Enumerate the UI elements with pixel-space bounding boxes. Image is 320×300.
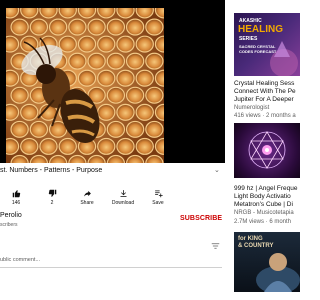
honeycomb-cell	[39, 8, 58, 19]
like-button[interactable]: 146	[3, 189, 29, 206]
video-frame-bee-honeycomb[interactable]	[6, 8, 164, 163]
honeycomb-cell	[58, 137, 77, 155]
dislike-button[interactable]: 2	[39, 189, 65, 206]
channel-name[interactable]: Perolio	[0, 212, 22, 219]
honeycomb-cell	[97, 103, 116, 121]
save-icon	[154, 190, 163, 198]
honeycomb-cell	[10, 18, 29, 36]
honeycomb-cell	[20, 137, 39, 155]
honeycomb-cell	[106, 120, 126, 138]
sidebar-thumbnail-metatron-cube[interactable]	[234, 123, 300, 178]
honeycomb-cell	[145, 18, 164, 36]
honeycomb-cell	[20, 8, 39, 19]
download-icon	[120, 190, 126, 197]
honeycomb-cell	[10, 86, 29, 104]
add-comment-input[interactable]: ublic comment...	[0, 257, 40, 263]
honeycomb-cell	[135, 103, 154, 121]
expand-description-chevron-icon[interactable]: ⌄	[214, 166, 220, 174]
honeycomb-cell	[106, 18, 126, 36]
thumbs-up-icon	[12, 190, 20, 198]
sidebar-video-title-line[interactable]: Jupiter For A Deeper	[234, 95, 294, 104]
thumbnail-text-codes-forecast: CODES FORECAST	[239, 49, 277, 54]
honeycomb-cell	[135, 137, 154, 155]
honeycomb-cell	[39, 137, 58, 155]
honeycomb-cell	[145, 120, 164, 138]
save-label: Save	[152, 200, 164, 206]
sidebar-channel-name: NRGB - Musicotetapia	[234, 210, 294, 216]
honeycomb-cell	[125, 86, 145, 104]
video-player[interactable]	[0, 0, 225, 163]
honeycomb-cell	[97, 69, 116, 87]
honeycomb-cell	[87, 52, 106, 70]
thumbs-down-icon	[48, 189, 56, 197]
honeycomb-cell	[97, 137, 116, 155]
honeycomb-cell	[116, 69, 135, 87]
honeycomb-cell	[116, 103, 135, 121]
honeycomb-cell	[6, 103, 20, 121]
share-button[interactable]: Share	[74, 189, 100, 206]
download-button[interactable]: Download	[110, 189, 136, 206]
thumbnail-text-series: SERIES	[239, 36, 258, 42]
honeycomb-cell	[77, 69, 97, 87]
sort-comments-icon[interactable]	[211, 237, 220, 255]
honeycomb-cell	[116, 8, 135, 19]
honeycomb-cell	[135, 69, 154, 87]
thumbnail-text-country: & COUNTRY	[238, 243, 274, 249]
honeycomb-cell	[77, 35, 97, 53]
like-count: 146	[11, 200, 21, 206]
comment-input-underline	[0, 267, 222, 268]
honeycomb-cell	[87, 18, 106, 36]
honeycomb-cell	[20, 103, 39, 121]
honeycomb-cell	[58, 8, 77, 19]
honeycomb-cell	[135, 8, 154, 19]
honeycomb-cell	[135, 35, 154, 53]
video-title: st. Numbers - Patterns - Purpose	[0, 167, 103, 174]
honeycomb-cell	[29, 120, 49, 138]
honeycomb-cell	[125, 52, 145, 70]
sidebar-thumbnail-akashic-healing[interactable]: AKASHIC HEALING SERIES SACRED CRYSTAL CO…	[234, 13, 300, 76]
honeycomb-cell	[68, 18, 87, 36]
honeycomb-cell	[48, 18, 68, 36]
honeycomb-cell	[97, 35, 116, 53]
honeycomb-cell	[145, 52, 164, 70]
save-button[interactable]: Save	[145, 189, 171, 206]
honeycomb-cell	[58, 35, 77, 53]
honeycomb-cell	[116, 35, 135, 53]
honeycomb-cell	[6, 69, 20, 87]
download-label: Download	[111, 200, 135, 206]
sidebar-thumbnail-for-king-country[interactable]: for KING & COUNTRY	[234, 232, 300, 292]
sidebar-video-meta: 2.7M views · 6 month	[234, 219, 292, 225]
share-label: Share	[80, 200, 94, 206]
honeycomb-cell	[6, 137, 20, 155]
honeycomb-cell	[29, 18, 49, 36]
metatron-cube-icon	[248, 131, 286, 169]
honeycomb-cell	[125, 120, 145, 138]
honeycomb-cell	[145, 86, 164, 104]
honeycomb-cell	[106, 86, 126, 104]
honeycomb-cell	[125, 18, 145, 36]
sidebar-video-title-line[interactable]: Metatron's Cube | Di	[234, 200, 293, 209]
sidebar-video-meta: 416 views · 2 months a	[234, 113, 296, 119]
thumbnail-text-for-king: for KING	[238, 236, 263, 242]
share-icon	[83, 190, 91, 197]
honeycomb-cell	[6, 35, 20, 53]
dislike-count: 2	[50, 200, 54, 206]
honeycomb-cell	[10, 120, 29, 138]
subscriber-count: scribers	[0, 222, 18, 228]
honeycomb-cell	[68, 52, 87, 70]
honeycomb-cell	[77, 8, 97, 19]
sidebar-channel-name: Numerologist	[234, 105, 270, 111]
honeycomb-cell	[116, 137, 135, 155]
honeycomb-cell	[106, 52, 126, 70]
subscribe-button[interactable]: SUBSCRIBE	[180, 215, 222, 222]
honeycomb-cell	[97, 8, 116, 19]
thumbnail-text-healing: HEALING	[238, 24, 283, 35]
